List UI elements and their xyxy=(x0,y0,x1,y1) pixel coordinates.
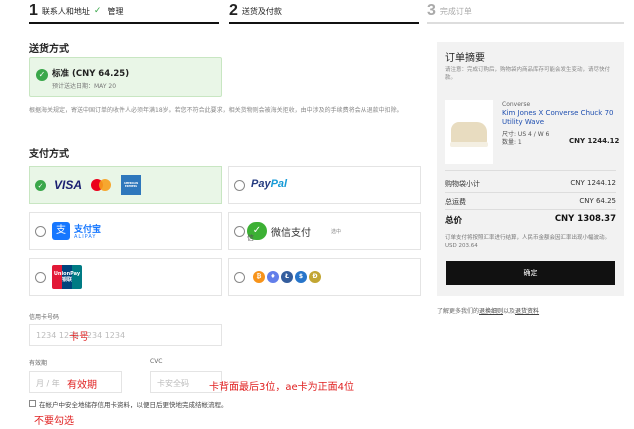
alipay-sublabel: ALIPAY xyxy=(74,234,97,240)
litecoin-icon: Ł xyxy=(281,271,293,283)
total-label: 总价 xyxy=(445,216,463,226)
alipay-icon: 支 xyxy=(52,222,70,240)
cvc-placeholder: 卡安全码 xyxy=(157,379,189,388)
product-qty: 数量: 1 xyxy=(502,139,522,146)
shipping-label: 总运费 xyxy=(445,198,466,206)
wechat-overlay-text: 信 xyxy=(247,234,254,242)
step-1-number: 1 xyxy=(29,2,38,19)
unionpay-radio[interactable] xyxy=(35,272,46,283)
subtotal-label: 购物袋小计 xyxy=(445,180,480,188)
wechat-note: 选中 xyxy=(331,229,342,235)
product-brand: Converse xyxy=(502,101,531,108)
payment-option-paypal[interactable]: PayPal xyxy=(228,166,421,204)
save-card-label: 在帐户中安全地储存信用卡资料，以便日后更快地完成结帐流程。 xyxy=(39,401,228,409)
payment-option-crypto[interactable]: ₿ ♦ Ł $ Ð xyxy=(228,258,421,296)
subtotal-row: 购物袋小计 CNY 1244.12 xyxy=(445,179,616,189)
unionpay-logo: UnionPay 银联 xyxy=(52,265,82,289)
step-3-bar xyxy=(427,22,624,24)
save-card-annotation: 不要勾选 xyxy=(34,416,74,427)
check-icon: ✓ xyxy=(93,6,102,16)
shipping-option-name: 标准 (CNY 64.25) xyxy=(52,69,130,79)
step-1[interactable]: 1 联系人和地址 ✓ 管理 xyxy=(29,0,123,22)
privacy-link[interactable]: 退货资料 xyxy=(515,308,539,315)
terms-text: 了解更多我们的退换细则以及退货资料 xyxy=(437,306,539,315)
paypal-logo: PayPal xyxy=(251,178,287,190)
check-icon: ✓ xyxy=(35,180,46,191)
subtotal-value: CNY 1244.12 xyxy=(570,179,616,187)
mastercard-icon xyxy=(90,177,114,193)
payment-option-wechat[interactable]: ✓ 微信支付 信 选中 xyxy=(228,212,421,250)
payment-option-card[interactable]: ✓ VISA AMERICAN EXPRESS xyxy=(29,166,222,204)
step-3-number: 3 xyxy=(427,2,436,19)
unionpay-label: UnionPay 银联 xyxy=(53,271,81,283)
terms-prefix: 了解更多我们的 xyxy=(437,308,480,315)
summary-title: 订单摘要 xyxy=(445,53,485,64)
step-1-label: 联系人和地址 xyxy=(41,6,90,16)
cvc-annotation: 卡背面最后3位，ae卡为正面4位 xyxy=(209,382,355,393)
total-row: 总价 CNY 1308.37 xyxy=(445,214,616,226)
expiry-annotation: 有效期 xyxy=(67,380,97,391)
terms-mid: 以及 xyxy=(503,308,516,315)
product-name-link[interactable]: Kim Jones X Converse Chuck 70 Utility Wa… xyxy=(502,109,617,127)
total-value: CNY 1308.37 xyxy=(554,214,616,224)
card-number-annotation: 卡号 xyxy=(69,332,89,343)
alipay-radio[interactable] xyxy=(35,226,46,237)
card-number-label: 信用卡号码 xyxy=(29,314,60,321)
bitcoin-icon: ₿ xyxy=(253,271,265,283)
amex-logo-text: AMERICAN EXPRESS xyxy=(123,182,139,188)
summary-note: 请注意：完成订购后，购物袋内商品库存可能会发生变动，请尽快付款。 xyxy=(445,67,611,81)
paypal-logo-part1: Pay xyxy=(251,178,271,190)
shipping-option-standard[interactable]: ✓ 标准 (CNY 64.25) 预计送达日期：MAY 20 xyxy=(29,57,222,97)
payment-option-alipay[interactable]: 支 支付宝 ALIPAY xyxy=(29,212,222,250)
exchange-note: 订单支付将按照汇率进行结算，人民币金额会因汇率出现小幅波动。USD 203.64 xyxy=(445,235,611,249)
shipping-row: 总运费 CNY 64.25 xyxy=(445,197,616,207)
visa-logo: VISA xyxy=(54,178,83,192)
shipping-option-eta: 预计送达日期：MAY 20 xyxy=(52,83,117,90)
product-image[interactable] xyxy=(445,100,493,164)
terms-link[interactable]: 退换细则 xyxy=(479,308,503,315)
payment-title: 支付方式 xyxy=(29,149,69,160)
customs-notice: 根据海关规定，寄送中国订单的收件人必须年满18岁。若您不符合此要求，相关货物则会… xyxy=(29,107,403,114)
expiry-placeholder: 月 / 年 xyxy=(36,379,60,388)
expiry-label: 有效期 xyxy=(29,360,48,367)
shipping-value: CNY 64.25 xyxy=(579,197,616,205)
step-3: 3 完成订单 xyxy=(427,0,472,22)
checkout-steps: 1 联系人和地址 ✓ 管理 2 送货及付款 3 完成订单 xyxy=(0,0,634,26)
check-icon: ✓ xyxy=(36,69,48,81)
paypal-logo-part2: Pal xyxy=(270,178,288,190)
step-2: 2 送货及付款 xyxy=(229,0,282,22)
dogecoin-icon: Ð xyxy=(309,271,321,283)
step-1-manage[interactable]: 管理 xyxy=(107,6,123,17)
cvc-label: CVC xyxy=(150,358,163,365)
confirm-button[interactable]: 确定 xyxy=(446,261,615,285)
order-summary: 订单摘要 请注意：完成订购后，购物袋内商品库存可能会发生变动，请尽快付款。 Co… xyxy=(437,42,624,296)
step-2-number: 2 xyxy=(229,2,238,19)
save-card-checkbox[interactable] xyxy=(29,400,36,407)
usdc-icon: $ xyxy=(295,271,307,283)
wechat-radio[interactable] xyxy=(234,226,245,237)
shoe-icon xyxy=(451,122,487,144)
step-2-bar xyxy=(229,22,419,24)
step-1-bar xyxy=(29,22,219,24)
product-price: CNY 1244.12 xyxy=(569,137,620,145)
payment-option-unionpay[interactable]: UnionPay 银联 xyxy=(29,258,222,296)
wechat-label: 微信支付 xyxy=(271,228,311,239)
ethereum-icon: ♦ xyxy=(267,271,279,283)
shipping-title: 送货方式 xyxy=(29,44,69,55)
step-3-label: 完成订单 xyxy=(439,6,472,16)
paypal-radio[interactable] xyxy=(234,180,245,191)
card-number-input[interactable]: 1234 1234 1234 1234 xyxy=(29,324,222,346)
step-2-label: 送货及付款 xyxy=(241,6,282,16)
amex-logo: AMERICAN EXPRESS xyxy=(121,175,141,195)
crypto-radio[interactable] xyxy=(234,272,245,283)
